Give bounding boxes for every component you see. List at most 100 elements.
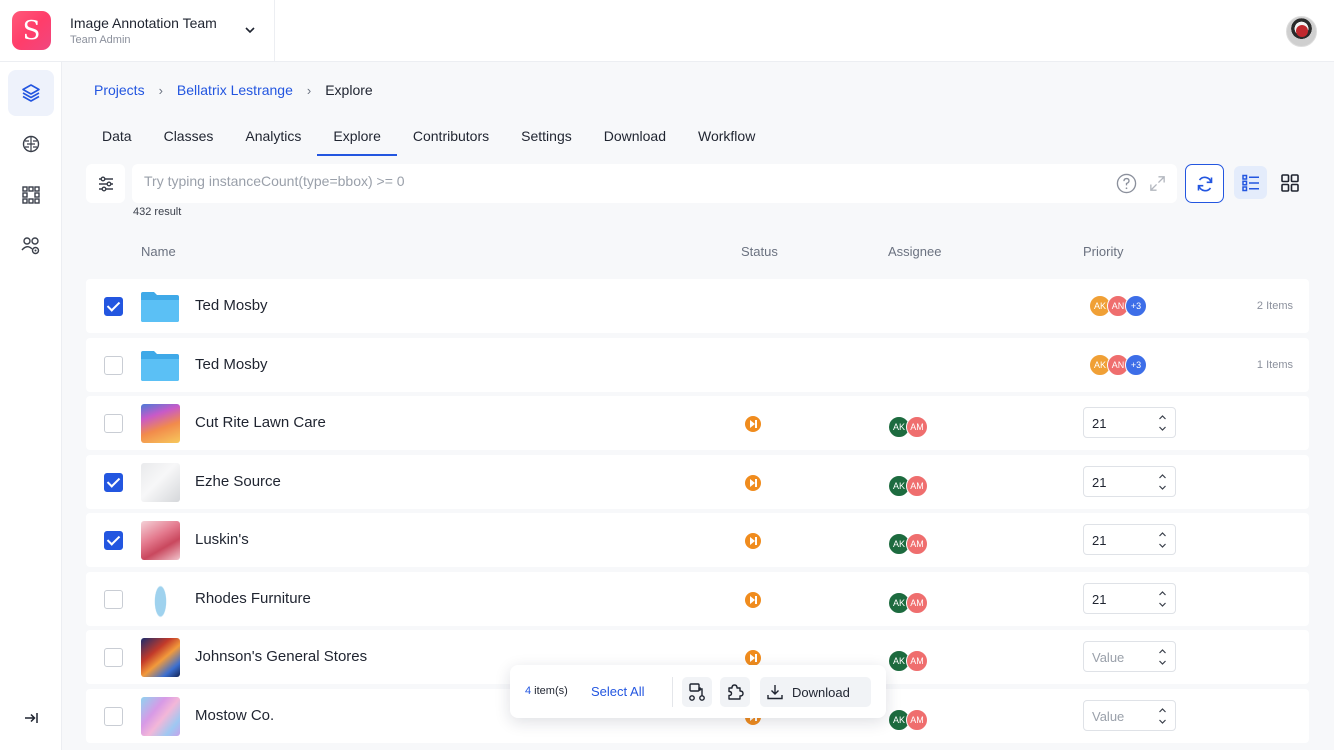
- grid-view-toggle[interactable]: [1273, 166, 1306, 199]
- priority-input[interactable]: Value: [1083, 641, 1176, 672]
- user-avatar[interactable]: [1286, 16, 1317, 47]
- users-gear-icon: [21, 237, 40, 255]
- refresh-button[interactable]: [1185, 164, 1224, 203]
- priority-value: 21: [1092, 416, 1107, 431]
- select-all-button[interactable]: Select All: [591, 684, 644, 699]
- image-thumbnail[interactable]: [141, 638, 180, 677]
- tab-classes[interactable]: Classes: [148, 118, 230, 156]
- stepper-icon[interactable]: [1158, 413, 1167, 433]
- breadcrumb-current: Explore: [325, 82, 373, 98]
- filter-button[interactable]: [86, 164, 125, 203]
- download-button[interactable]: Download: [760, 677, 871, 707]
- expand-icon[interactable]: [1148, 174, 1167, 193]
- priority-value: 21: [1092, 533, 1107, 548]
- list-view-toggle[interactable]: [1234, 166, 1267, 199]
- list-icon: [1241, 174, 1259, 191]
- assignee-avatar: AM: [906, 709, 928, 731]
- download-label: Download: [792, 685, 850, 700]
- row-checkbox[interactable]: [104, 297, 123, 316]
- query-input[interactable]: [144, 173, 1044, 189]
- left-nav-rail: [0, 62, 62, 750]
- row-checkbox[interactable]: [104, 473, 123, 492]
- table-row[interactable]: Rhodes Furniture AK AM 21: [86, 572, 1309, 626]
- status-in-progress-icon: [745, 592, 761, 608]
- stepper-icon[interactable]: [1158, 647, 1167, 667]
- divider: [672, 677, 673, 707]
- stepper-icon[interactable]: [1158, 530, 1167, 550]
- priority-input[interactable]: 21: [1083, 524, 1176, 555]
- project-tabs: Data Classes Analytics Explore Contribut…: [86, 118, 771, 156]
- row-checkbox[interactable]: [104, 531, 123, 550]
- row-name[interactable]: Ted Mosby: [195, 297, 268, 314]
- row-name[interactable]: Johnson's General Stores: [195, 648, 367, 665]
- column-header-name[interactable]: Name: [141, 244, 176, 259]
- table-row[interactable]: Ted Mosby AK AN +3 1 Items: [86, 338, 1309, 392]
- tab-analytics[interactable]: Analytics: [229, 118, 317, 156]
- status-in-progress-icon: [745, 650, 761, 666]
- breadcrumb-project-link[interactable]: Bellatrix Lestrange: [177, 82, 293, 98]
- stepper-icon[interactable]: [1158, 589, 1167, 609]
- assignee-avatar: AM: [906, 592, 928, 614]
- stepper-icon[interactable]: [1158, 472, 1167, 492]
- workflow-icon: [689, 683, 705, 701]
- layers-icon: [22, 84, 40, 102]
- help-icon[interactable]: [1116, 173, 1137, 194]
- image-thumbnail[interactable]: [141, 697, 180, 736]
- tab-data[interactable]: Data: [86, 118, 148, 156]
- more-contributors-badge[interactable]: +3: [1125, 354, 1147, 376]
- tab-settings[interactable]: Settings: [505, 118, 588, 156]
- column-header-priority[interactable]: Priority: [1083, 244, 1123, 259]
- priority-input[interactable]: Value: [1083, 700, 1176, 731]
- row-name[interactable]: Luskin's: [195, 531, 249, 548]
- status-in-progress-icon: [745, 475, 761, 491]
- team-settings-nav-button[interactable]: [8, 223, 54, 269]
- stepper-icon[interactable]: [1158, 706, 1167, 726]
- row-checkbox[interactable]: [104, 414, 123, 433]
- more-contributors-badge[interactable]: +3: [1125, 295, 1147, 317]
- priority-input[interactable]: 21: [1083, 466, 1176, 497]
- table-row[interactable]: Cut Rite Lawn Care AK AM 21: [86, 396, 1309, 450]
- tab-workflow[interactable]: Workflow: [682, 118, 771, 156]
- row-checkbox[interactable]: [104, 356, 123, 375]
- tab-contributors[interactable]: Contributors: [397, 118, 505, 156]
- row-checkbox[interactable]: [104, 648, 123, 667]
- priority-placeholder: Value: [1092, 709, 1125, 724]
- collapse-sidebar-button[interactable]: [8, 695, 54, 741]
- image-thumbnail[interactable]: [141, 404, 180, 443]
- team-switcher[interactable]: S Image Annotation Team Team Admin: [0, 0, 275, 62]
- row-name[interactable]: Mostow Co.: [195, 707, 274, 724]
- priority-input[interactable]: 21: [1083, 583, 1176, 614]
- chevron-down-icon[interactable]: [243, 23, 257, 37]
- tab-explore[interactable]: Explore: [317, 118, 397, 156]
- column-header-assignee[interactable]: Assignee: [888, 244, 941, 259]
- image-thumbnail[interactable]: [141, 580, 180, 619]
- breadcrumb-projects-link[interactable]: Projects: [94, 82, 145, 98]
- row-name[interactable]: Rhodes Furniture: [195, 590, 311, 607]
- image-thumbnail[interactable]: [141, 521, 180, 560]
- row-checkbox[interactable]: [104, 707, 123, 726]
- table-row[interactable]: Ted Mosby AK AN +3 2 Items: [86, 279, 1309, 333]
- table-row[interactable]: Luskin's AK AM 21: [86, 513, 1309, 567]
- row-checkbox[interactable]: [104, 590, 123, 609]
- row-name[interactable]: Cut Rite Lawn Care: [195, 414, 326, 431]
- tab-download[interactable]: Download: [588, 118, 682, 156]
- top-bar: S Image Annotation Team Team Admin: [0, 0, 1334, 62]
- row-name[interactable]: Ted Mosby: [195, 356, 268, 373]
- team-name: Image Annotation Team: [70, 15, 217, 31]
- plugin-button[interactable]: [720, 677, 750, 707]
- folder-icon: [141, 292, 179, 322]
- table-row[interactable]: Ezhe Source AK AM 21: [86, 455, 1309, 509]
- models-nav-button[interactable]: [8, 121, 54, 167]
- image-thumbnail[interactable]: [141, 463, 180, 502]
- datasets-nav-button[interactable]: [8, 172, 54, 218]
- selected-count: 4 item(s): [525, 685, 568, 697]
- priority-value: 21: [1092, 592, 1107, 607]
- column-header-status[interactable]: Status: [741, 244, 778, 259]
- assign-workflow-button[interactable]: [682, 677, 712, 707]
- priority-value: 21: [1092, 475, 1107, 490]
- priority-input[interactable]: 21: [1083, 407, 1176, 438]
- priority-placeholder: Value: [1092, 650, 1125, 665]
- team-role: Team Admin: [70, 34, 131, 46]
- projects-nav-button[interactable]: [8, 70, 54, 116]
- row-name[interactable]: Ezhe Source: [195, 473, 281, 490]
